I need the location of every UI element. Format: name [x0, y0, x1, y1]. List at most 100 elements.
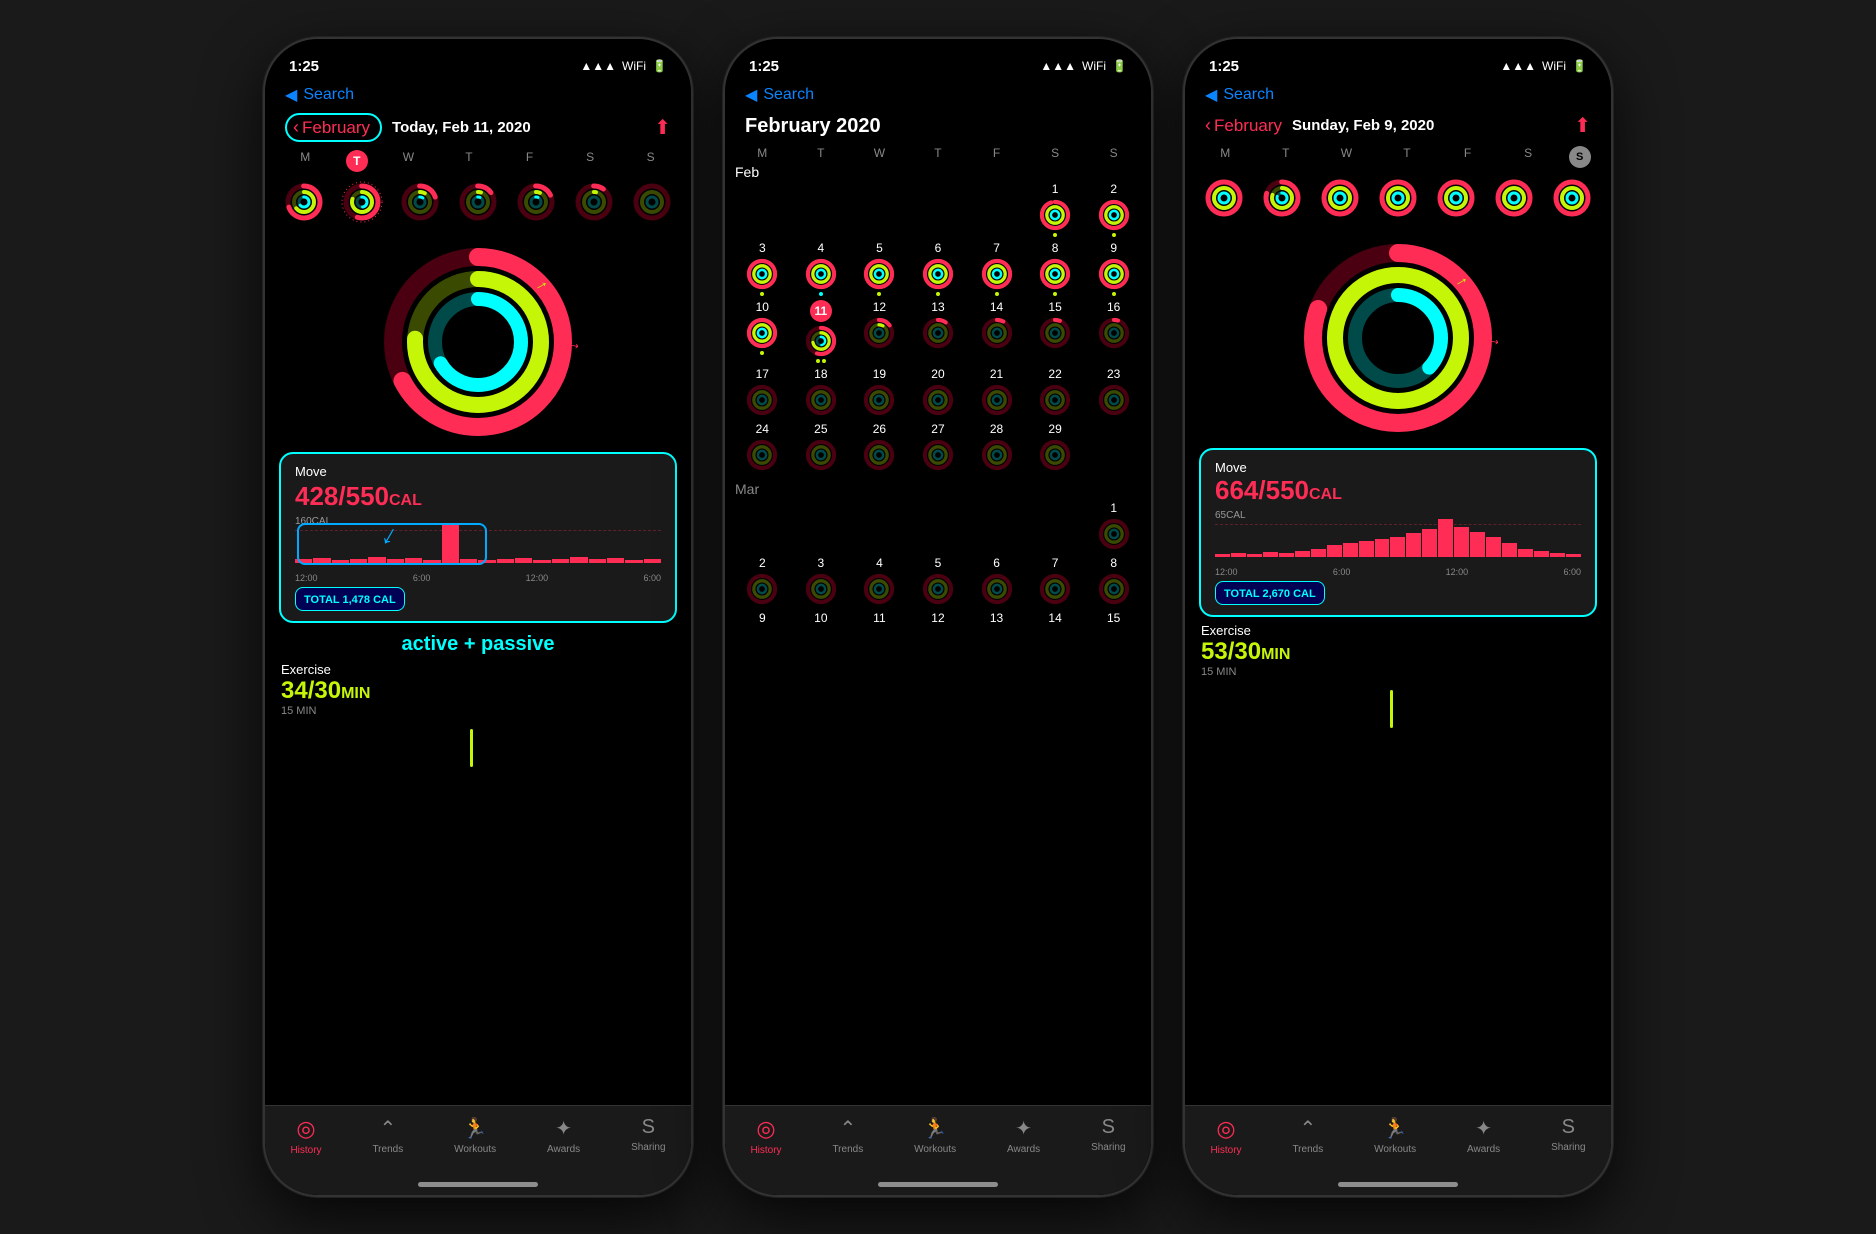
ring-tue-1[interactable] — [340, 180, 384, 224]
cal-cell-mar8[interactable]: 8 — [1090, 556, 1138, 607]
search-label-1[interactable]: Search — [303, 86, 354, 104]
nav-sharing-2[interactable]: S Sharing — [1091, 1116, 1125, 1153]
cal-cell-mar9[interactable]: 9 — [738, 611, 786, 625]
nav-awards-2[interactable]: ✦ Awards — [1007, 1116, 1040, 1155]
cal-cell-feb28[interactable]: 28 — [973, 422, 1021, 473]
cal-cell-feb2[interactable]: 2 — [1090, 182, 1138, 237]
cal-cell-feb16[interactable]: 16 — [1090, 300, 1138, 363]
search-bar-3[interactable]: ◀ Search — [1185, 83, 1611, 111]
cal-cell-feb27[interactable]: 27 — [914, 422, 962, 473]
cal-cell-feb15[interactable]: 15 — [1031, 300, 1079, 363]
search-label-2[interactable]: Search — [763, 86, 814, 104]
cal-cell-mar10[interactable]: 10 — [797, 611, 845, 625]
cal-cell-mar3[interactable]: 3 — [797, 556, 845, 607]
ring3-sat[interactable] — [1492, 176, 1536, 220]
cal-cell-feb29[interactable]: 29 — [1031, 422, 1079, 473]
back-month-label-1[interactable]: February — [302, 118, 370, 138]
cal-cell-mar6[interactable]: 6 — [973, 556, 1021, 607]
cal-ring-feb13 — [920, 315, 956, 351]
cal-cell-mar14[interactable]: 14 — [1031, 611, 1079, 625]
cal-cell-mar11[interactable]: 11 — [855, 611, 903, 625]
nav-trends-2[interactable]: ⌃ Trends — [832, 1116, 863, 1155]
workouts-label-3: Workouts — [1374, 1144, 1416, 1155]
main-activity-ring-3: → → ↑ — [1298, 238, 1498, 438]
ring3-sun[interactable] — [1550, 176, 1594, 220]
ring3-mon[interactable] — [1202, 176, 1246, 220]
nav-trends-3[interactable]: ⌃ Trends — [1292, 1116, 1323, 1155]
cal-cell-mar1[interactable]: 1 — [1090, 501, 1138, 552]
share-icon-1[interactable]: ⬆ — [654, 115, 671, 140]
cal-cell-mar7[interactable]: 7 — [1031, 556, 1079, 607]
cal-cell-feb17[interactable]: 17 — [738, 367, 786, 418]
nav-back-3[interactable]: ‹ February — [1205, 115, 1282, 136]
cal-cell-feb25[interactable]: 25 — [797, 422, 845, 473]
ring3-wed[interactable] — [1318, 176, 1362, 220]
back-chevron-3[interactable]: ‹ — [1205, 115, 1211, 136]
cal-cell-feb10[interactable]: 10 — [738, 300, 786, 363]
nav-sharing-3[interactable]: S Sharing — [1551, 1116, 1585, 1153]
workouts-icon-3: 🏃 — [1383, 1116, 1408, 1141]
ring-sat-1[interactable] — [572, 180, 616, 224]
cal-cell-mar4[interactable]: 4 — [855, 556, 903, 607]
ring-sun-1[interactable] — [630, 180, 674, 224]
exercise-section-3: Exercise 53/30 MIN 15 MIN — [1185, 623, 1611, 732]
cal-cell-feb23[interactable]: 23 — [1090, 367, 1138, 418]
nav-workouts-2[interactable]: 🏃 Workouts — [914, 1116, 956, 1155]
cal-ring-feb27 — [920, 437, 956, 473]
cal-cell-feb13[interactable]: 13 — [914, 300, 962, 363]
search-label-3[interactable]: Search — [1223, 86, 1274, 104]
cal-ring-feb18 — [803, 382, 839, 418]
back-chevron-1[interactable]: ‹ — [293, 117, 299, 138]
ring-mon-1[interactable] — [282, 180, 326, 224]
cal-cell-mar13[interactable]: 13 — [973, 611, 1021, 625]
nav-back-1[interactable]: ‹ February — [285, 113, 382, 142]
cal-cell-feb11[interactable]: 11 — [797, 300, 845, 363]
nav-workouts-1[interactable]: 🏃 Workouts — [454, 1116, 496, 1155]
ring-fri-1[interactable] — [514, 180, 558, 224]
cal-cell-feb21[interactable]: 21 — [973, 367, 1021, 418]
cal-cell-feb1[interactable]: 1 — [1031, 182, 1079, 237]
back-month-label-3[interactable]: February — [1214, 116, 1282, 136]
cal-cell-feb9[interactable]: 9 — [1090, 241, 1138, 296]
cal-cell-feb24[interactable]: 24 — [738, 422, 786, 473]
cal-cell-feb19[interactable]: 19 — [855, 367, 903, 418]
time-600b-1: 6:00 — [643, 573, 661, 583]
cal-cell-feb26[interactable]: 26 — [855, 422, 903, 473]
search-back-3[interactable]: ◀ — [1205, 85, 1217, 105]
nav-workouts-3[interactable]: 🏃 Workouts — [1374, 1116, 1416, 1155]
cal-cell-mar5[interactable]: 5 — [914, 556, 962, 607]
nav-history-3[interactable]: ◎ History — [1210, 1116, 1241, 1156]
cal-ring-feb3 — [744, 256, 780, 292]
cal-cell-feb18[interactable]: 18 — [797, 367, 845, 418]
cal-cell-mar15[interactable]: 15 — [1090, 611, 1138, 625]
share-icon-3[interactable]: ⬆ — [1574, 113, 1591, 138]
cal-cell-feb12[interactable]: 12 — [855, 300, 903, 363]
cal-cell-feb5[interactable]: 5 — [855, 241, 903, 296]
nav-history-2[interactable]: ◎ History — [750, 1116, 781, 1156]
ring-thu-1[interactable] — [456, 180, 500, 224]
nav-awards-1[interactable]: ✦ Awards — [547, 1116, 580, 1155]
nav-history-1[interactable]: ◎ History — [290, 1116, 321, 1156]
ring3-tue[interactable] — [1260, 176, 1304, 220]
cal-row-feb2: 3 4 — [725, 241, 1151, 296]
search-bar-2[interactable]: ◀ Search — [725, 83, 1151, 111]
cal-cell-feb8[interactable]: 8 — [1031, 241, 1079, 296]
cal-cell-mar12[interactable]: 12 — [914, 611, 962, 625]
ring3-fri[interactable] — [1434, 176, 1478, 220]
search-back-2[interactable]: ◀ — [745, 85, 757, 105]
cal-cell-mar2[interactable]: 2 — [738, 556, 786, 607]
ring3-thu[interactable] — [1376, 176, 1420, 220]
search-bar-1[interactable]: ◀ Search — [265, 83, 691, 111]
cal-cell-feb4[interactable]: 4 — [797, 241, 845, 296]
cal-cell-feb20[interactable]: 20 — [914, 367, 962, 418]
nav-sharing-1[interactable]: S Sharing — [631, 1116, 665, 1153]
nav-trends-1[interactable]: ⌃ Trends — [372, 1116, 403, 1155]
cal-cell-feb14[interactable]: 14 — [973, 300, 1021, 363]
cal-cell-feb3[interactable]: 3 — [738, 241, 786, 296]
nav-awards-3[interactable]: ✦ Awards — [1467, 1116, 1500, 1155]
search-back-1[interactable]: ◀ — [285, 85, 297, 105]
ring-wed-1[interactable] — [398, 180, 442, 224]
cal-cell-feb6[interactable]: 6 — [914, 241, 962, 296]
cal-cell-feb7[interactable]: 7 — [973, 241, 1021, 296]
cal-cell-feb22[interactable]: 22 — [1031, 367, 1079, 418]
